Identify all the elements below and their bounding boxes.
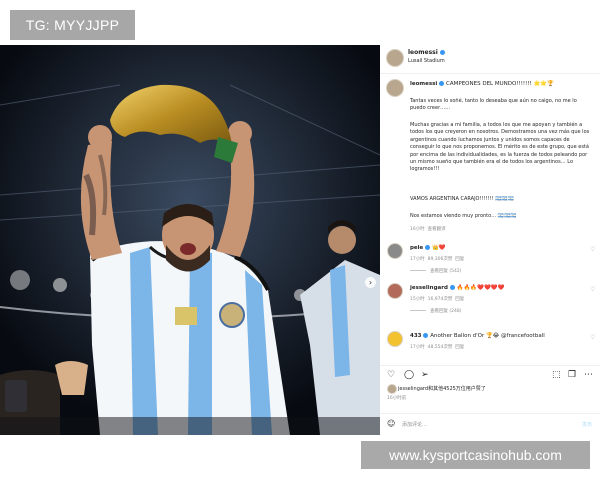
liked-by-text[interactable]: jesselingard和其他4525万位用户赞了 [398,385,486,392]
verified-badge-icon [423,333,429,338]
header-username[interactable]: leomessi [408,49,445,56]
view-replies-link[interactable]: 查看回复 (542) [410,268,462,274]
caption-head: leomessi CAMPEONES DEL MUNDO!!!!!!! 🌟🌟🏆 [410,81,554,87]
comment-heart-icon[interactable]: ♡ [590,246,595,253]
copy-icon[interactable]: ❐ [568,370,576,380]
view-replies-link[interactable]: 查看回复 (248) [410,308,462,314]
verified-badge-icon [425,245,431,250]
translate-link[interactable]: 查看翻译 [428,227,446,232]
comment-bar: ☺ 添加评论… 发布 [380,413,600,434]
comment-avatar[interactable] [387,283,403,299]
messi-trophy-photo [0,45,380,435]
comment-username[interactable]: pele [410,245,423,251]
comment-heart-icon[interactable]: ♡ [590,334,595,341]
comment-icon[interactable]: ◯ [404,370,414,380]
verified-badge-icon [439,50,445,55]
post-time: 16小时前 [387,396,407,401]
comment-heart-icon[interactable]: ♡ [590,286,595,293]
caption-username[interactable]: leomessi [410,81,437,87]
reply-link[interactable]: 回复 [455,297,464,302]
reply-link[interactable]: 回复 [455,345,464,350]
post-photo: › [0,45,380,435]
verified-badge-icon [449,285,455,290]
watermark-bottom: www.kysportcasinohub.com [361,441,590,469]
share-icon[interactable]: ➢ [421,370,429,380]
comment-meta: 17小时 48,554次赞 回复 [410,345,465,350]
caption-avatar[interactable] [386,79,404,97]
next-image-chevron-right-icon[interactable]: › [365,277,376,288]
watermark-top: TG: MYYJJPP [10,10,135,40]
liker-avatar[interactable] [387,384,397,394]
caption-paragraph-1: Tantas veces lo soñé, tanto lo deseaba q… [410,98,577,112]
comment-username[interactable]: jesselingard [410,285,448,291]
comment-1: pele 👑❤️ [410,245,446,251]
comment-input[interactable]: 添加评论… [402,421,427,428]
caption-title: CAMPEONES DEL MUNDO!!!!!!! 🌟🌟🏆 [446,81,555,87]
post-button[interactable]: 发布 [582,421,592,428]
comment-2: jesselingard 🔥🔥🔥❤️❤️❤️❤️ [410,285,505,291]
caption-paragraph-3: VAMOS ARGENTINA CARAJO!!!!!!! 🇦🇷🇦🇷🇦🇷 [410,196,514,202]
comments-area: leomessi CAMPEONES DEL MUNDO!!!!!!! 🌟🌟🏆 … [380,75,600,365]
comment-meta: 17小时 89,306次赞 回复 [410,257,465,262]
comment-avatar[interactable] [387,331,403,347]
comment-avatar[interactable] [387,243,403,259]
caption-paragraph-4: Nos estamos viendo muy pronto… 🇦🇷🇦🇷🇦🇷 [410,213,517,219]
comment-username[interactable]: 433 [410,333,421,339]
reply-link[interactable]: 回复 [455,257,464,262]
caption-meta: 16小时 查看翻译 [410,227,446,232]
comment-3: 433 Another Ballon d'Or 🏆😂 @francefootba… [410,333,545,339]
action-bar: ♡ ◯ ➢ ⬚ ❐ ⋯ jesselingard和其他4525万位用户赞了 16… [380,365,600,406]
avatar[interactable] [386,49,404,67]
comment-meta: 15小时 16,974次赞 回复 [410,297,465,302]
heart-icon[interactable]: ♡ [387,370,395,380]
smile-icon[interactable]: ☺ [387,419,395,428]
post-sidebar: leomessi Lusail Stadium leomessi CAMPEON… [380,45,600,435]
caption-paragraph-2: Muchas gracias a mi familia, a todos los… [410,122,590,173]
verified-badge-icon [439,81,445,86]
more-icon[interactable]: ⋯ [584,370,593,380]
header-location[interactable]: Lusail Stadium [408,58,445,64]
bookmark-icon[interactable]: ⬚ [552,370,561,380]
post-header: leomessi Lusail Stadium [380,45,600,74]
